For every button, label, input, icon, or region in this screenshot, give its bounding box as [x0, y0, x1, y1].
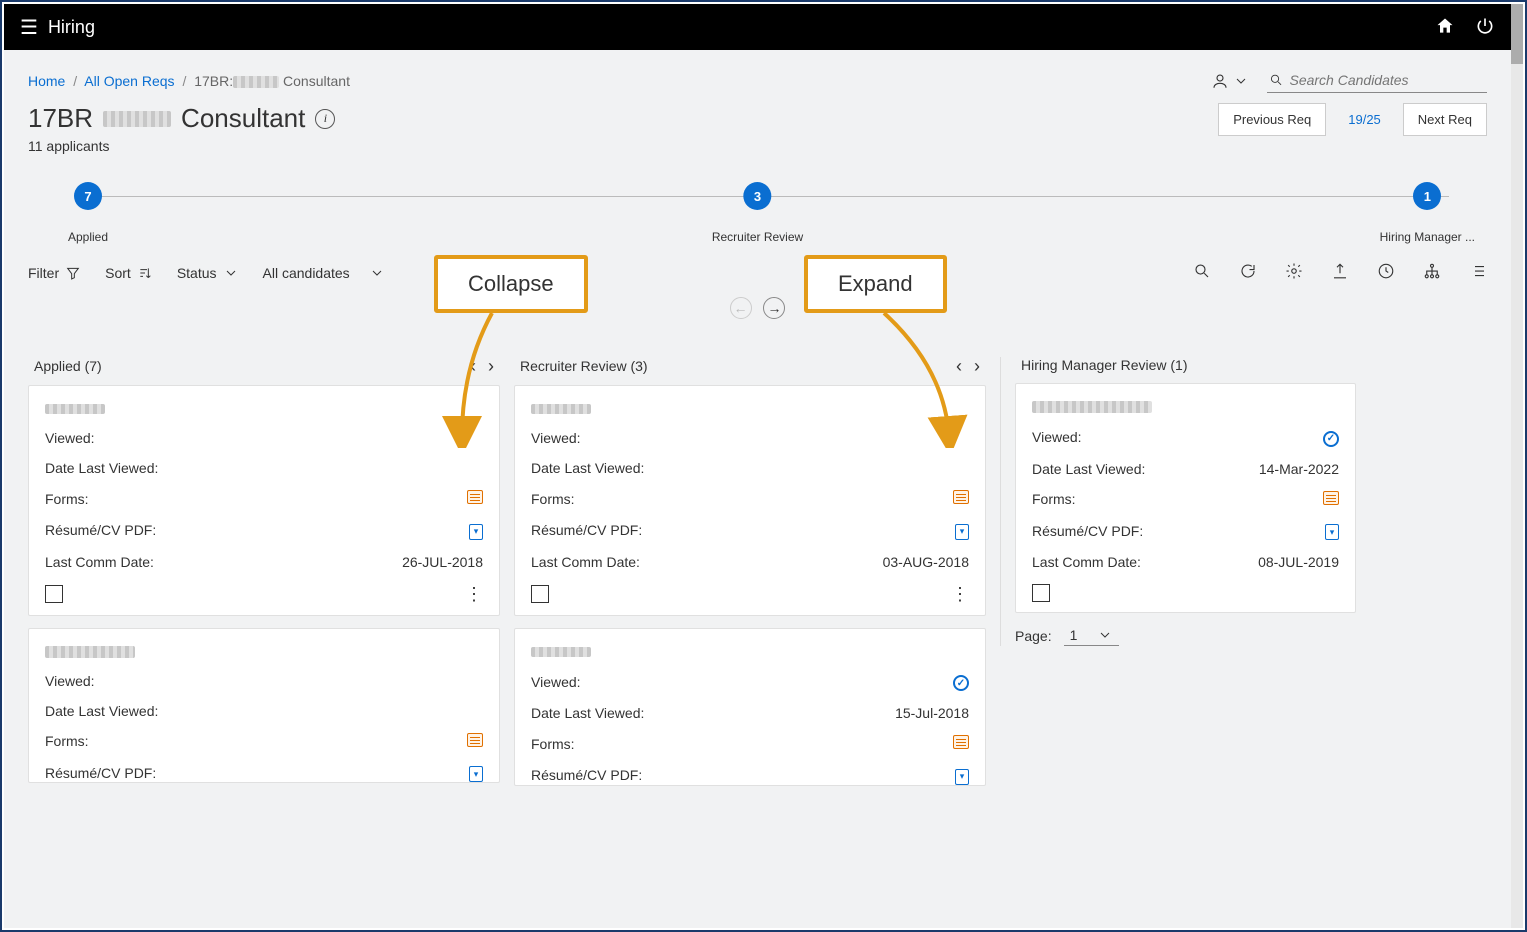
menu-icon[interactable]: ☰ — [20, 15, 38, 40]
search-box[interactable] — [1267, 68, 1487, 93]
candidate-card[interactable]: Viewed: Date Last Viewed: Forms: Résumé/… — [514, 385, 986, 616]
select-checkbox[interactable] — [531, 585, 549, 603]
expand-column-button[interactable]: › — [488, 357, 494, 375]
filter-tool[interactable]: Filter — [28, 265, 81, 281]
more-menu-icon[interactable]: ⋮ — [465, 584, 483, 605]
breadcrumb-home[interactable]: Home — [28, 73, 65, 89]
page-prev-button[interactable]: ← — [730, 297, 752, 319]
breadcrumb: Home / All Open Reqs / 17BR: Consultant — [28, 73, 350, 89]
pdf-icon[interactable]: ▾ — [469, 524, 483, 540]
column-pager: ← → — [28, 297, 1487, 319]
annotation-expand: Expand — [804, 255, 947, 313]
home-icon[interactable] — [1435, 16, 1455, 39]
status-tool[interactable]: Status — [177, 265, 239, 281]
column-recruiter-review: Recruiter Review (3) ‹ › Viewed: Date Las… — [514, 357, 986, 798]
candidate-name — [45, 404, 105, 414]
stage-applied[interactable]: 7 Applied — [68, 182, 108, 244]
gear-icon[interactable] — [1285, 262, 1303, 283]
chevron-down-icon — [1097, 627, 1113, 643]
previous-req-button[interactable]: Previous Req — [1218, 103, 1326, 136]
column-applied: Applied (7) ‹ › Viewed: Date Last Viewed:… — [28, 357, 500, 795]
pdf-icon[interactable]: ▾ — [955, 524, 969, 540]
applicant-count: 11 applicants — [28, 138, 335, 154]
check-icon: ✓ — [953, 675, 969, 691]
chevron-down-icon — [1233, 73, 1249, 89]
search-icon[interactable] — [1193, 262, 1211, 283]
breadcrumb-reqs[interactable]: All Open Reqs — [84, 73, 174, 89]
page-selector: Page: 1 — [1015, 625, 1356, 646]
app-title: Hiring — [48, 17, 95, 38]
forms-icon[interactable] — [953, 735, 969, 749]
next-req-button[interactable]: Next Req — [1403, 103, 1487, 136]
all-candidates-tool[interactable]: All candidates — [263, 265, 386, 281]
collapse-column-button[interactable]: ‹ — [956, 357, 962, 375]
collapse-column-button[interactable]: ‹ — [470, 357, 476, 375]
req-counter[interactable]: 19/25 — [1334, 104, 1395, 135]
candidate-card[interactable]: Viewed: Date Last Viewed: Forms: Résumé/… — [28, 385, 500, 616]
page-title: 17BRConsultant i — [28, 103, 335, 134]
column-title: Hiring Manager Review (1) — [1021, 357, 1188, 373]
page-next-button[interactable]: → — [763, 297, 785, 319]
candidate-name — [45, 646, 135, 658]
kanban-board: Applied (7) ‹ › Viewed: Date Last Viewed:… — [28, 357, 1487, 798]
upload-icon[interactable] — [1331, 262, 1349, 283]
select-checkbox[interactable] — [45, 585, 63, 603]
column-title: Applied (7) — [34, 358, 102, 374]
power-icon[interactable] — [1475, 16, 1495, 39]
chevron-down-icon — [369, 265, 385, 281]
filter-icon — [65, 265, 81, 281]
page-dropdown[interactable]: 1 — [1064, 625, 1120, 646]
check-icon: ✓ — [1323, 431, 1339, 447]
stage-hiring-manager[interactable]: 1 Hiring Manager ... — [1380, 182, 1475, 244]
pdf-icon[interactable]: ▾ — [1325, 524, 1339, 540]
stage-recruiter-review[interactable]: 3 Recruiter Review — [712, 182, 803, 244]
req-nav: Previous Req 19/25 Next Req — [1218, 103, 1487, 136]
annotation-collapse: Collapse — [434, 255, 588, 313]
forms-icon[interactable] — [1323, 491, 1339, 505]
column-title: Recruiter Review (3) — [520, 358, 648, 374]
candidate-card[interactable]: Viewed:✓ Date Last Viewed:14-Mar-2022 Fo… — [1015, 383, 1356, 613]
candidate-card[interactable]: Viewed:✓ Date Last Viewed:15-Jul-2018 Fo… — [514, 628, 986, 786]
forms-icon[interactable] — [953, 490, 969, 504]
stage-track: 7 Applied 3 Recruiter Review 1 Hiring Ma… — [28, 182, 1487, 252]
list-icon[interactable] — [1469, 262, 1487, 283]
toolbar: Filter Sort Status All candidates — [28, 262, 1487, 283]
clock-icon[interactable] — [1377, 262, 1395, 283]
candidate-name — [531, 647, 591, 657]
candidate-name — [1032, 401, 1152, 413]
pdf-icon[interactable]: ▾ — [955, 769, 969, 785]
top-bar: ☰ Hiring — [4, 4, 1511, 50]
column-hiring-manager-review: Hiring Manager Review (1) Viewed:✓ Date … — [1000, 357, 1356, 646]
forms-icon[interactable] — [467, 733, 483, 747]
sort-icon — [137, 265, 153, 281]
more-menu-icon[interactable]: ⋮ — [951, 584, 969, 605]
search-input[interactable] — [1289, 72, 1485, 88]
search-icon — [1269, 72, 1283, 88]
user-menu[interactable] — [1211, 72, 1249, 90]
breadcrumb-current: 17BR: Consultant — [194, 73, 350, 89]
select-checkbox[interactable] — [1032, 584, 1050, 602]
candidate-card[interactable]: Viewed: Date Last Viewed: Forms: Résumé/… — [28, 628, 500, 784]
chevron-down-icon — [223, 265, 239, 281]
info-icon[interactable]: i — [315, 109, 335, 129]
pdf-icon[interactable]: ▾ — [469, 766, 483, 782]
hierarchy-icon[interactable] — [1423, 262, 1441, 283]
forms-icon[interactable] — [467, 490, 483, 504]
sort-tool[interactable]: Sort — [105, 265, 153, 281]
expand-column-button[interactable]: › — [974, 357, 980, 375]
refresh-icon[interactable] — [1239, 262, 1257, 283]
candidate-name — [531, 404, 591, 414]
vertical-scrollbar[interactable] — [1511, 4, 1523, 928]
